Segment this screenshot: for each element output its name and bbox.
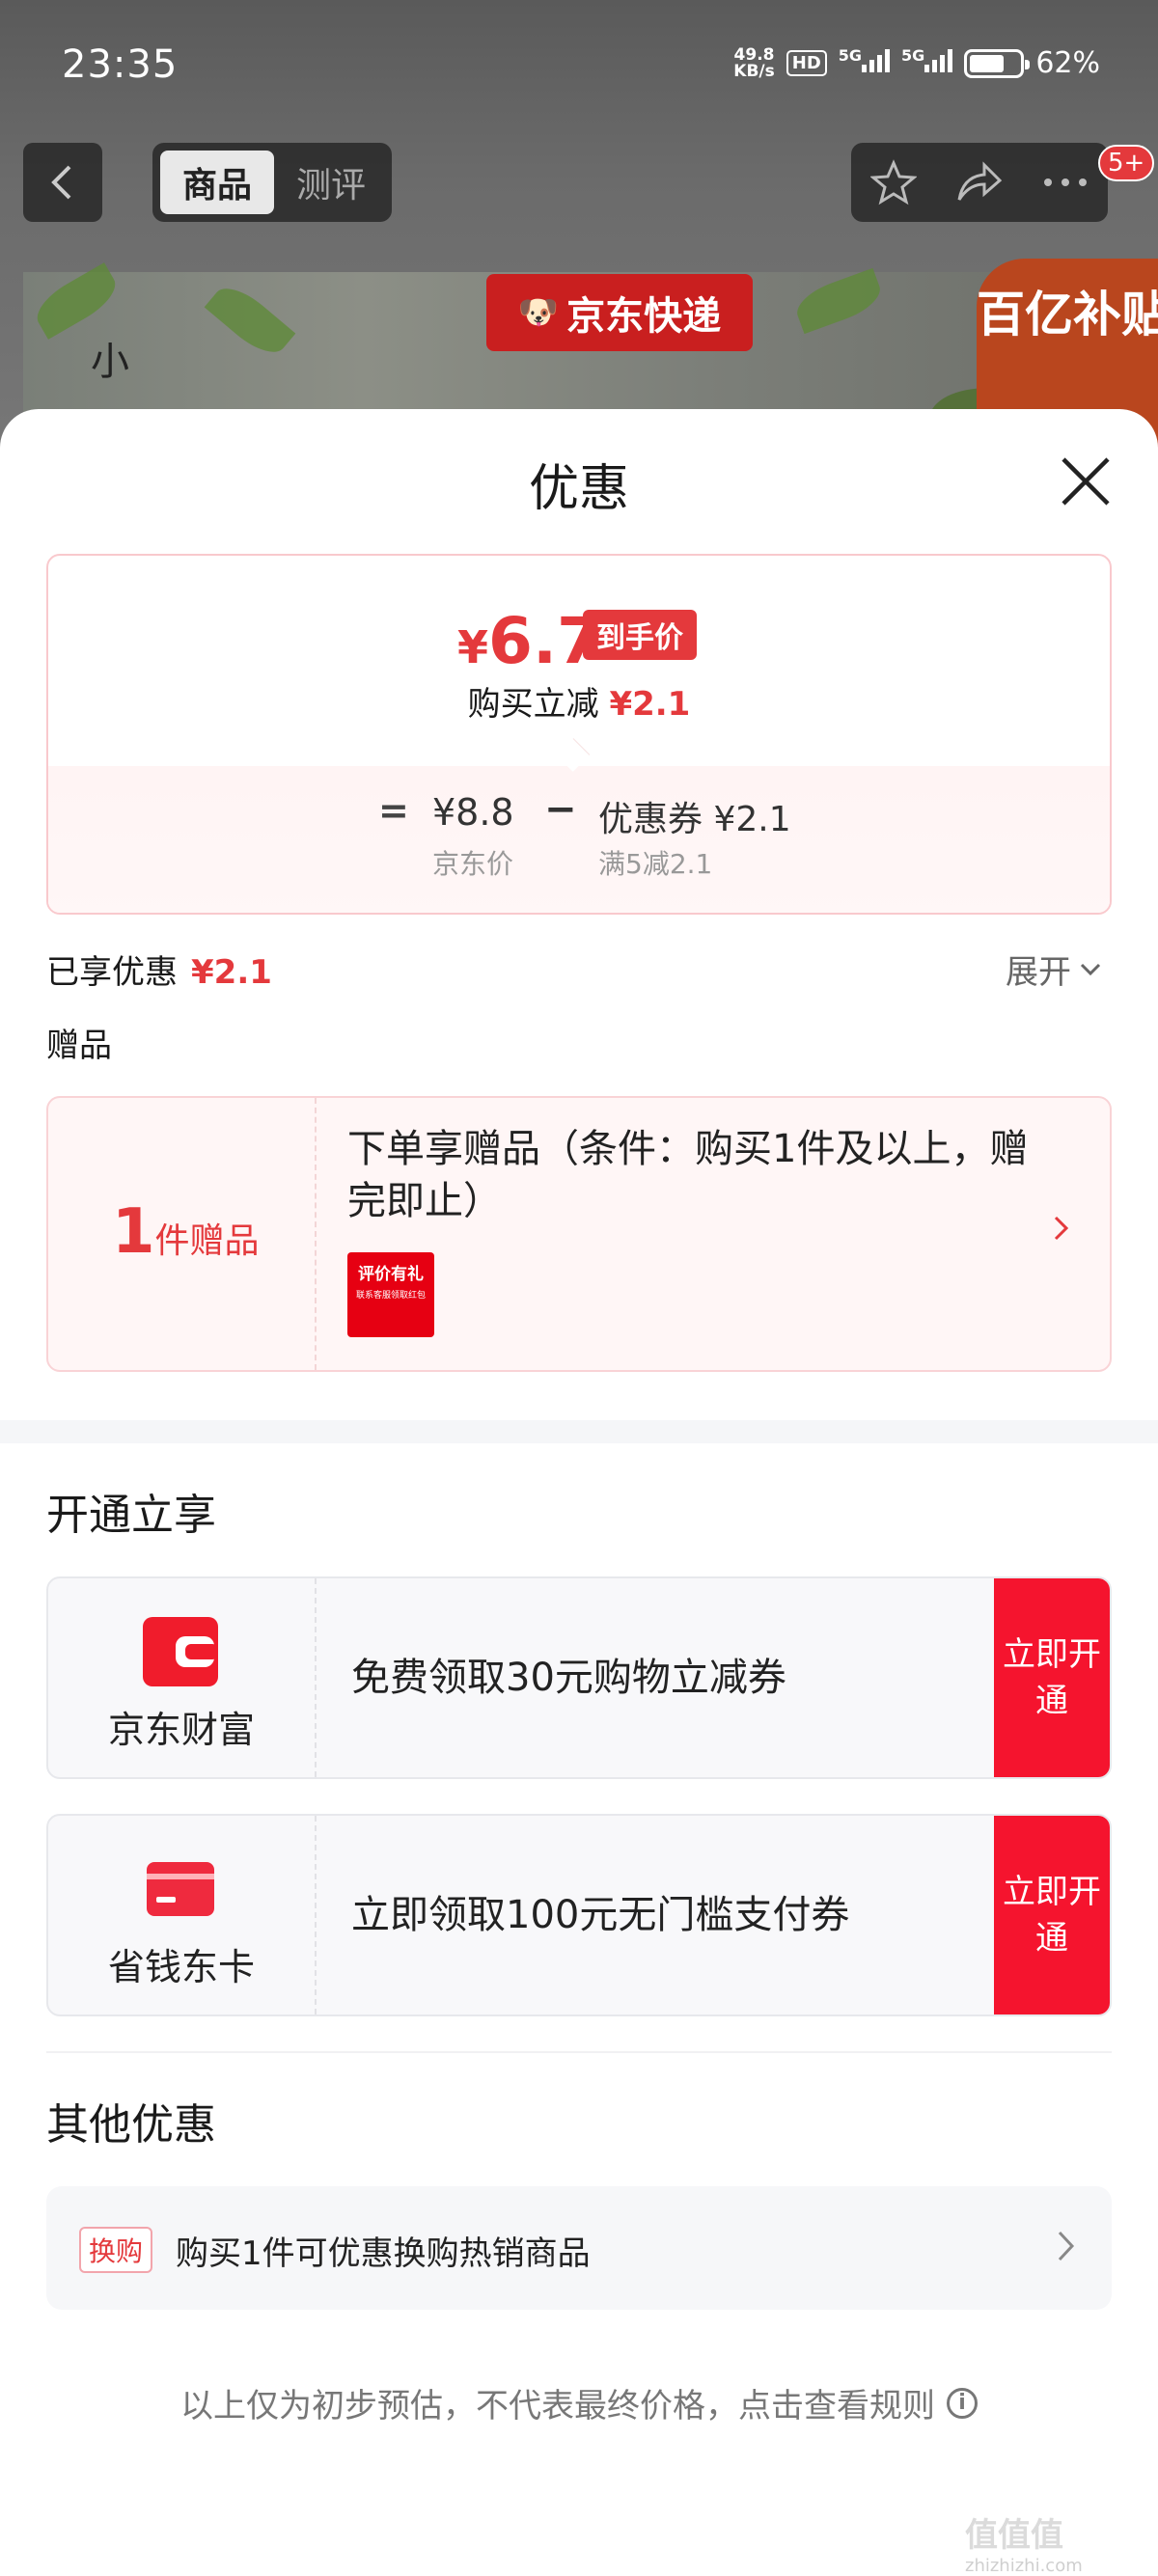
coupon-value: 优惠券 ¥2.1 (598, 800, 791, 839)
rules-note[interactable]: 以上仅为初步预估，不代表最终价格，点击查看规则 i (0, 2379, 1158, 2426)
trade-in-tag: 换购 (79, 2227, 153, 2273)
network-speed: 49.8 KB/s (733, 44, 775, 81)
open-card-name: 京东财富 (107, 1709, 255, 1751)
product-review-switch: 商品 测评 (152, 143, 392, 222)
trade-in-row[interactable]: 换购 购买1件可优惠换购热销商品 (46, 2186, 1112, 2310)
chevron-right-icon (1058, 2231, 1075, 2261)
info-icon[interactable]: i (947, 2387, 978, 2419)
close-icon[interactable] (1058, 453, 1114, 509)
open-card-desc: 立即领取100元无门槛支付券 (351, 1893, 850, 1937)
more-icon[interactable] (1042, 177, 1089, 188)
minus-sign: − (544, 787, 577, 832)
gift-description: 下单享赠品（条件：购买1件及以上，赠完即止） (347, 1127, 1029, 1223)
open-card-desc: 免费领取30元购物立减券 (351, 1656, 786, 1700)
back-button[interactable] (23, 143, 102, 222)
share-icon[interactable] (955, 161, 1004, 204)
chevron-right-icon (1054, 1216, 1069, 1241)
sheet-title: 优惠 (528, 460, 629, 518)
chevron-left-icon (51, 165, 71, 200)
tab-review[interactable]: 测评 (278, 151, 384, 214)
enjoyed-discount: 已享优惠 ¥2.1 (46, 953, 272, 992)
jd-price-label: 京东价 (432, 848, 514, 880)
signal-icon: 5G (839, 46, 891, 80)
tab-product[interactable]: 商品 (160, 151, 274, 214)
gift-thumbnail: 评价有礼 联系客服领取红包 (347, 1252, 434, 1337)
open-card-name: 省钱东卡 (107, 1946, 255, 1988)
signal-icon-2: 5G (901, 46, 953, 80)
other-section-title: 其他优惠 (46, 2100, 216, 2150)
open-card-saving-card[interactable]: 省钱东卡 立即领取100元无门槛支付券 立即开通 (46, 1814, 1112, 2016)
reduce-line: 购买立减 ¥2.1 (467, 685, 691, 724)
open-card-jd-wealth[interactable]: 京东财富 免费领取30元购物立减券 立即开通 (46, 1576, 1112, 1779)
background-product-page: 小 🐶 京东快递 百亿补贴 23:35 49.8 KB/s HD 5G 5G 62… (0, 0, 1158, 453)
chevron-down-icon (1080, 963, 1101, 975)
final-price-tag: 到手价 (583, 610, 697, 660)
open-section-title: 开通立享 (46, 1491, 216, 1540)
final-price: ¥6.7 (457, 604, 601, 678)
gift-section-title: 赠品 (46, 1027, 112, 1065)
battery-level: 62% (1035, 46, 1100, 80)
hd-indicator: HD (786, 50, 827, 76)
jd-price: ¥8.8 (432, 791, 514, 834)
hero-side-text: 小 (91, 340, 129, 384)
battery-icon (964, 48, 1031, 78)
coupon-condition: 满5减2.1 (598, 848, 713, 880)
open-now-button[interactable]: 立即开通 (994, 1578, 1110, 1777)
watermark: 值值值 zhizhizhi.com (965, 2516, 1083, 2576)
top-actions (851, 143, 1108, 222)
expand-button[interactable]: 展开 (1006, 945, 1102, 993)
star-icon[interactable] (870, 159, 917, 206)
status-bar: 23:35 49.8 KB/s HD 5G 5G 62% (0, 0, 1158, 135)
message-badge: 5+ (1098, 145, 1155, 181)
card-icon (147, 1862, 214, 1916)
trade-in-text: 购买1件可优惠换购热销商品 (176, 2234, 591, 2273)
wallet-icon (143, 1617, 218, 1686)
jd-express-banner: 🐶 京东快递 (486, 274, 753, 351)
equals-sign: = (378, 789, 409, 832)
gift-count: 1件赠品 (112, 1196, 260, 1268)
clock: 23:35 (62, 42, 179, 87)
open-now-button[interactable]: 立即开通 (994, 1816, 1110, 2014)
